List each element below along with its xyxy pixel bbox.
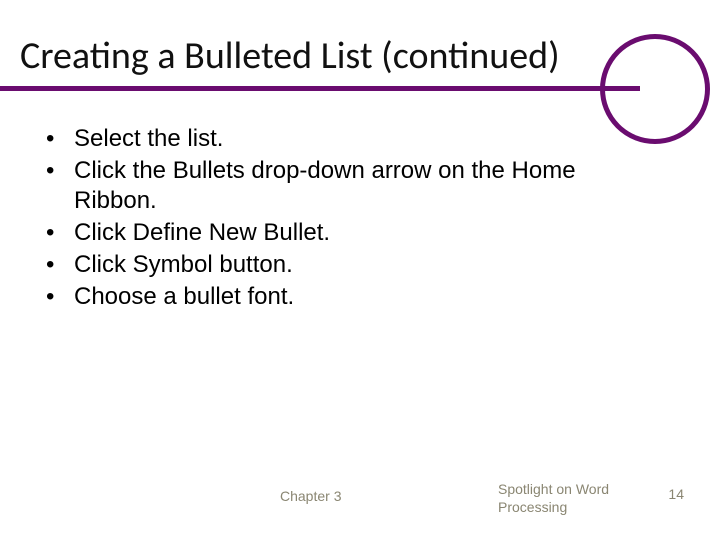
slide-title: Creating a Bulleted List (continued) — [20, 36, 640, 78]
footer-center-text: Chapter 3 — [280, 488, 341, 504]
footer-right-text: Spotlight on Word Processing — [498, 481, 628, 516]
list-item: Select the list. — [46, 124, 660, 154]
list-item: Click the Bullets drop-down arrow on the… — [46, 156, 660, 216]
list-item: Choose a bullet font. — [46, 282, 660, 312]
list-item: Click Symbol button. — [46, 250, 660, 280]
title-block: Creating a Bulleted List (continued) — [20, 36, 640, 78]
list-item: Click Define New Bullet. — [46, 218, 660, 248]
title-underline — [0, 86, 640, 91]
content-area: Select the list. Click the Bullets drop-… — [46, 124, 660, 314]
footer-page-number: 14 — [668, 486, 684, 502]
bullet-list: Select the list. Click the Bullets drop-… — [46, 124, 660, 312]
